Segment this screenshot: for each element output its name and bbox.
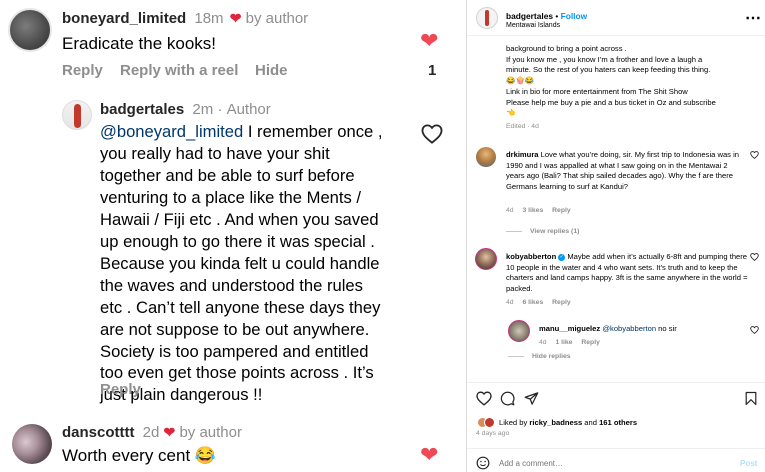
divider <box>467 448 765 449</box>
bookmark-icon[interactable] <box>745 391 757 406</box>
comment-zoom-panel: boneyard_limited 18m ❤ by author Eradica… <box>0 0 466 472</box>
reply-button[interactable]: Reply <box>581 339 600 346</box>
like-count: 1 <box>428 62 437 79</box>
heart-icon: ❤ <box>163 424 176 440</box>
add-comment-input[interactable] <box>499 456 719 470</box>
like-heart-outline-icon[interactable] <box>750 151 759 159</box>
post-time: 4 days ago <box>476 430 510 437</box>
comment-text: Eradicate the kooks! <box>62 34 217 53</box>
laughing-emoji-icon: 😂 <box>194 446 217 465</box>
like-heart-outline-icon[interactable] <box>476 391 492 406</box>
username[interactable]: danscotttt <box>62 424 135 441</box>
username[interactable]: drkimura <box>506 150 539 159</box>
share-icon[interactable] <box>524 391 539 406</box>
heart-icon: ❤ <box>229 10 242 26</box>
reply-button[interactable]: Reply <box>552 207 571 214</box>
comment-header: danscotttt 2d ❤ by author <box>62 424 242 441</box>
like-heart-icon[interactable]: ❤ <box>420 444 438 466</box>
comment-text: drkimura Love what you’re doing, sir. My… <box>506 150 739 192</box>
author-label: Author <box>226 101 271 118</box>
reply-with-reel-button[interactable]: Reply with a reel <box>120 62 238 79</box>
post-header: badgertales • Follow Mentawai Islands ⋯ <box>467 0 765 36</box>
emoji-row: 😂🍿😂 <box>506 76 535 86</box>
by-author-label: by author <box>245 10 309 27</box>
avatar[interactable] <box>476 147 496 167</box>
post-button[interactable]: Post <box>740 459 757 468</box>
follow-button[interactable]: Follow <box>561 11 588 21</box>
username[interactable]: boneyard_limited <box>62 10 186 27</box>
like-heart-outline-icon[interactable] <box>750 326 759 334</box>
mention-link[interactable]: @kobyabberton <box>602 324 656 333</box>
reply-button[interactable]: Reply <box>552 299 571 306</box>
likes-count[interactable]: 6 likes <box>522 299 543 306</box>
comment-meta: 4d 3 likes Reply <box>506 207 571 214</box>
like-heart-outline-icon[interactable] <box>750 253 759 261</box>
reply-button[interactable]: Reply <box>62 62 103 79</box>
timestamp: 4d <box>506 207 514 214</box>
username[interactable]: manu__miguelez <box>539 324 600 333</box>
comment-meta: 4d 6 likes Reply <box>506 299 571 306</box>
emoji-icon[interactable] <box>476 456 490 470</box>
avatar[interactable] <box>62 100 92 130</box>
comment-icon[interactable] <box>500 391 515 406</box>
post-actions: Liked by ricky_badness and 161 others 4 … <box>467 382 765 472</box>
hide-replies-button[interactable]: Hide replies <box>508 353 571 360</box>
more-options-icon[interactable]: ⋯ <box>745 8 761 28</box>
comment-text: Worth every cent 😂 <box>62 446 217 465</box>
username[interactable]: kobyabberton <box>506 252 556 261</box>
hide-button[interactable]: Hide <box>255 62 288 79</box>
reply-header: badgertales 2m · Author <box>100 101 271 118</box>
avatar[interactable] <box>12 424 52 464</box>
comment-header: boneyard_limited 18m ❤ by author <box>62 10 308 27</box>
avatar[interactable] <box>476 7 498 29</box>
username[interactable]: badgertales <box>100 101 184 118</box>
like-heart-icon[interactable]: ❤ <box>420 30 438 52</box>
edited-label: Edited · 4d <box>506 123 539 130</box>
timestamp: 2d <box>142 424 160 441</box>
by-author-label: by author <box>179 424 242 441</box>
timestamp: 4d <box>506 299 514 306</box>
comment-text: kobyabberton ✓ Maybe add when it’s actual… <box>506 252 748 294</box>
liked-by-user[interactable]: ricky_badness <box>529 418 582 427</box>
mention-link[interactable]: @boneyard_limited <box>100 122 243 141</box>
timestamp: 4d <box>539 339 547 346</box>
reply-text: @boneyard_limited I remember once , you … <box>100 122 383 405</box>
timestamp: 2m <box>192 101 214 118</box>
caption-text: background to bring a point across . If … <box>506 44 756 119</box>
post-username[interactable]: badgertales <box>506 11 553 21</box>
timestamp: 18m <box>194 10 224 27</box>
likes-count[interactable]: 1 like <box>555 339 572 346</box>
liked-by-avatars <box>484 417 495 428</box>
like-heart-outline-icon[interactable] <box>421 124 443 144</box>
instagram-post-panel: badgertales • Follow Mentawai Islands ⋯ … <box>466 0 765 472</box>
avatar[interactable] <box>508 320 530 342</box>
view-replies-button[interactable]: View replies (1) <box>506 228 579 235</box>
reply-button[interactable]: Reply <box>100 381 141 398</box>
avatar[interactable] <box>8 8 52 52</box>
comment-meta: 4d 1 like Reply <box>539 339 600 346</box>
location-link[interactable]: Mentawai Islands <box>506 22 560 29</box>
liked-by-text: Liked by ricky_badness and 161 others <box>499 418 638 427</box>
likes-count[interactable]: 3 likes <box>522 207 543 214</box>
likes-others[interactable]: 161 others <box>599 418 637 427</box>
pointing-emoji: 👈 <box>506 108 516 118</box>
reply-text: manu__miguelez @kobyabberton no sir <box>539 324 677 333</box>
avatar[interactable] <box>475 248 497 270</box>
